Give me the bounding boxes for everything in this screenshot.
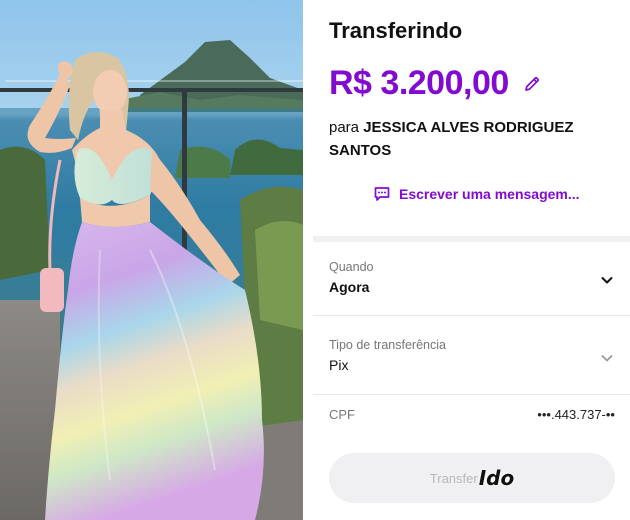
chevron-down-icon xyxy=(601,277,613,284)
when-label: Quando xyxy=(329,260,374,274)
transfer-type-value: Pix xyxy=(329,357,349,373)
recipient-name: JESSICA ALVES RODRIGUEZ SANTOS xyxy=(329,119,574,159)
photo-panel xyxy=(0,0,303,520)
message-icon xyxy=(373,185,391,203)
divider xyxy=(313,315,630,316)
edit-amount-button[interactable] xyxy=(521,73,543,95)
recipient-prefix: para xyxy=(329,119,360,136)
when-selector[interactable]: Quando Agora xyxy=(329,260,619,308)
transfer-type-selector[interactable]: Tipo de transferência Pix xyxy=(329,338,619,386)
chevron-down-icon xyxy=(601,355,613,362)
section-divider xyxy=(313,236,630,242)
amount-row: R$ 3.200,00 xyxy=(329,64,543,103)
transfer-panel: Transferindo R$ 3.200,00 para JESSICA AL… xyxy=(303,0,630,520)
transfer-type-label: Tipo de transferência xyxy=(329,338,446,352)
transfer-amount: R$ 3.200,00 xyxy=(329,64,509,102)
transfer-button[interactable]: Transfer Ido xyxy=(329,453,615,503)
cpf-label: CPF xyxy=(329,407,355,422)
write-message-link[interactable]: Escrever uma mensagem... xyxy=(373,185,580,203)
write-message-label: Escrever uma mensagem... xyxy=(399,186,580,202)
cpf-value: •••.443.737-•• xyxy=(537,407,615,422)
woman-in-pastel-dress-photo xyxy=(0,40,303,520)
transfer-button-label: Transfer xyxy=(429,470,478,486)
divider xyxy=(313,394,630,395)
cpf-row: CPF •••.443.737-•• xyxy=(329,407,619,427)
when-value: Agora xyxy=(329,279,370,295)
page-title: Transferindo xyxy=(329,18,463,43)
recipient-info: para JESSICA ALVES RODRIGUEZ SANTOS xyxy=(329,116,619,162)
pencil-icon xyxy=(524,76,539,91)
overlay-text: Ido xyxy=(478,466,515,490)
